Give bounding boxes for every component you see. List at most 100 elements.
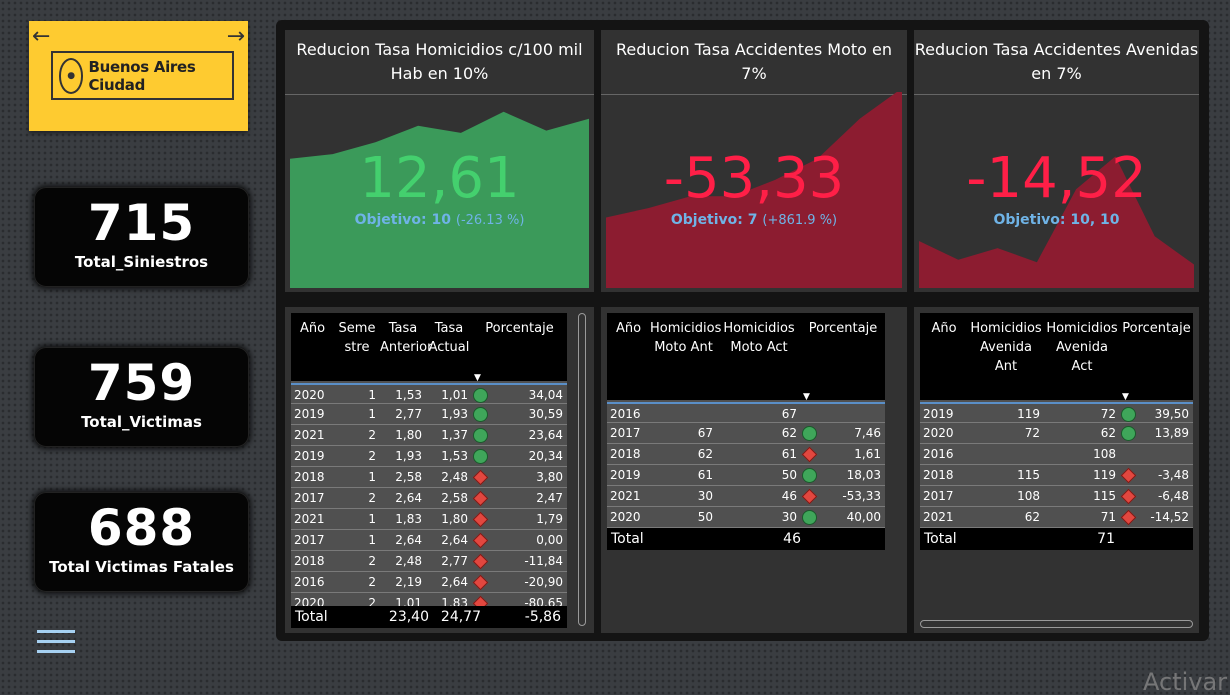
total-label: Total [611,531,644,547]
table-cell: 50 [697,510,713,524]
objective-text: Objetivo: 10 [354,212,451,228]
total-label: Total [924,531,957,547]
table-total-row: Total 23,40 24,77 -5,86 [291,606,567,628]
table-cell: 61 [781,447,797,461]
table-header: Año Homicidios Avenida Ant Homicidios Aven… [920,313,1193,402]
hamburger-menu-icon[interactable] [37,630,75,658]
column-header[interactable]: Homicidios Avenida Ant [968,319,1044,376]
column-header[interactable]: Homicidios Moto Ant [650,319,721,357]
table-cell: 2,64 [395,533,422,547]
table-cell: 2016 [610,407,641,421]
table-cell: 1,37 [441,428,468,442]
table-cell: 62 [781,426,797,440]
arrow-left-icon[interactable]: ← [32,26,50,48]
total-label: Total [295,609,328,625]
column-header[interactable]: Tasa Actual [426,319,472,357]
logo-card[interactable]: ← → ● Buenos Aires Ciudad [29,21,248,131]
column-header[interactable]: Homicidios Avenida Act [1044,319,1120,376]
panel-title: Reducion Tasa Accidentes Avenidas en 7% [914,40,1199,83]
table-row: 2020 50 30 40,00 [607,507,885,528]
dashboard-main: Reducion Tasa Homicidios c/100 mil Hab e… [276,20,1209,641]
column-header[interactable]: Tasa Anterior [380,319,432,357]
column-header[interactable]: Porcentaje [472,319,567,338]
table-row: 2018 62 61 1,61 [607,444,885,465]
table-cell: 2,77 [395,407,422,421]
table-cell: 2016 [923,447,954,461]
column-header[interactable]: Año [291,319,334,338]
table-row: 2016 108 [920,444,1193,465]
table-cell: 2,58 [395,470,422,484]
table-row: 2016 2 2,19 2,64 -20,90 [291,572,567,593]
status-up-circle-icon [802,426,817,441]
status-up-circle-icon [473,407,488,422]
table-cell: 1 [368,533,376,547]
table-cell: 1,93 [441,407,468,421]
table-cell: 2 [368,428,376,442]
column-header[interactable]: Porcentaje [801,319,885,338]
objective-text: Objetivo: 7 [670,212,758,228]
panel-title: Reducion Tasa Accidentes Moto en 7% [615,40,893,83]
table-cell: 1 [368,470,376,484]
kpi-panel-homicidios: Reducion Tasa Homicidios c/100 mil Hab e… [285,30,594,292]
table-cell: 2020 [610,510,641,524]
table-cell: 72 [1100,407,1116,421]
kpi-total-victimas: 759 Total_Victimas [34,347,249,447]
table-cell: 108 [1093,447,1116,461]
table-cell: 2019 [294,407,325,421]
table-cell: 1,01 [441,388,468,402]
panel-title: Reducion Tasa Homicidios c/100 mil Hab e… [296,40,583,83]
table-cell: 2017 [294,491,325,505]
status-up-circle-icon [1121,426,1136,441]
table-row: 2017 2 2,64 2,58 2,47 [291,488,567,509]
table-cell: 2016 [294,575,325,589]
table-row: 2017 108 115 -6,48 [920,486,1193,507]
table-avenidas: Año Homicidios Avenida Ant Homicidios Aven… [920,313,1193,550]
column-header[interactable]: Año [607,319,650,338]
activation-watermark: Activar [1143,668,1228,695]
objective-label: Objetivo: 10 (-26.13 %) [285,212,594,228]
table-header: Año Homicidios Moto Ant Homicidios Moto Ac… [607,313,885,402]
table-cell: 2,48 [395,554,422,568]
table-cell: 2019 [610,468,641,482]
table-cell: 119 [1093,468,1116,482]
kpi-big-value: 12,61 [359,146,520,211]
table-tasa: Año Seme stre Tasa Anterior Tasa Actual Porc… [291,313,567,628]
status-up-circle-icon [473,388,488,403]
table-cell: 46 [781,489,797,503]
table-cell: 67 [697,426,713,440]
vertical-scrollbar[interactable] [578,313,586,626]
table-cell: 2018 [923,468,954,482]
table-row: 2017 67 62 7,46 [607,423,885,444]
kpi-value: 715 [87,194,196,252]
kpi-value: 688 [87,499,196,557]
kpi-value: 759 [87,354,196,412]
table-row: 2018 1 2,58 2,48 3,80 [291,467,567,488]
column-header[interactable]: Porcentaje [1120,319,1193,338]
table-row: 2019 61 50 18,03 [607,465,885,486]
table-row: 2019 119 72 39,50 [920,402,1193,423]
table-cell: 71 [1100,510,1116,524]
column-header[interactable]: Año [920,319,968,338]
table-cell: 2,64 [441,575,468,589]
table-cell: 62 [697,447,713,461]
table-cell: 2,64 [441,533,468,547]
table-cell: 2021 [294,512,325,526]
arrow-right-icon[interactable]: → [227,26,245,48]
table-cell: 30 [781,510,797,524]
kpi-total-victimas-fatales: 688 Total Victimas Fatales [34,492,249,592]
table-panel-moto: Año Homicidios Moto Ant Homicidios Moto Ac… [601,307,907,633]
column-header[interactable]: Homicidios Moto Act [717,319,801,357]
horizontal-scrollbar[interactable] [920,620,1193,628]
table-row: 2019 2 1,93 1,53 20,34 [291,446,567,467]
table-header: Año Seme stre Tasa Anterior Tasa Actual Porc… [291,313,567,383]
kpi-label: Total Victimas Fatales [49,558,234,576]
table-row: 2018 115 119 -3,48 [920,465,1193,486]
total-value: 24,77 [440,609,481,625]
table-cell: 115 [1017,468,1040,482]
table-cell: 72 [1024,426,1040,440]
objective-percent: (+861.9 %) [762,213,838,228]
column-header[interactable]: Seme stre [334,319,380,357]
objective-label: Objetivo: 7 (+861.9 %) [601,212,907,228]
table-cell: 1,80 [441,512,468,526]
table-cell: 2 [368,449,376,463]
